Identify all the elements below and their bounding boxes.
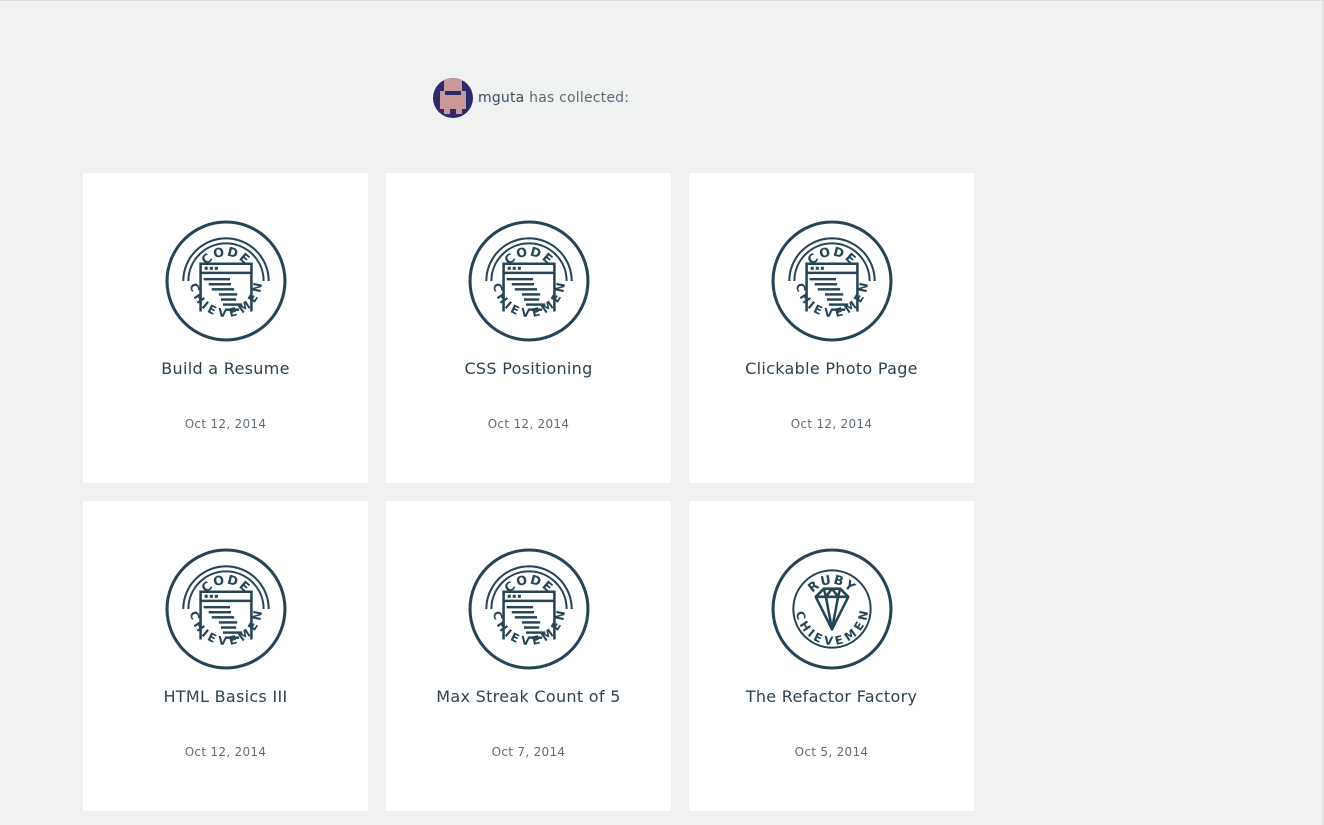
code-achievement-badge-icon: CODE ACHIEVEMENT (468, 548, 590, 670)
achievement-card[interactable]: RUBY ACHIEVEMENT The Refactor Factory Oc… (689, 501, 974, 811)
achievement-card[interactable]: CODE ACHIEVEMENT Max Streak Count of 5 (386, 501, 671, 811)
achievement-title[interactable]: Max Streak Count of 5 (386, 687, 671, 706)
achievement-title[interactable]: HTML Basics III (83, 687, 368, 706)
achievement-card[interactable]: CODE ACHIEVEMENT CSS Positioning Oct (386, 173, 671, 483)
collector-text: mguta has collected: (478, 90, 629, 106)
achievement-date: Oct 12, 2014 (184, 417, 267, 431)
achievement-date: Oct 12, 2014 (790, 417, 873, 431)
badge-bottom-text: ACHIEVEMENT (771, 220, 870, 320)
achievement-date: Oct 12, 2014 (184, 745, 267, 759)
collector-suffix: has collected: (524, 90, 630, 106)
code-achievement-badge-icon: CODE ACHIEVEMENT (165, 548, 287, 670)
achievement-title[interactable]: CSS Positioning (386, 359, 671, 378)
code-achievement-badge-icon: CODE ACHIEVEMENT (468, 220, 590, 342)
svg-text:ACHIEVEMENT: ACHIEVEMENT (165, 548, 265, 648)
username-link[interactable]: mguta (478, 90, 524, 106)
achievement-date: Oct 5, 2014 (794, 745, 869, 759)
svg-text:ACHIEVEMENT: ACHIEVEMENT (771, 220, 871, 320)
ruby-achievement-badge-icon: RUBY ACHIEVEMENT (771, 548, 893, 670)
achievement-title[interactable]: Clickable Photo Page (689, 359, 974, 378)
svg-text:ACHIEVEMENT: ACHIEVEMENT (468, 220, 568, 320)
badge-bottom-text: ACHIEVEMENT (165, 548, 264, 648)
avatar[interactable] (433, 78, 473, 118)
ruby-gem-icon (814, 587, 850, 631)
code-achievement-badge-icon: CODE ACHIEVEMENT (165, 220, 287, 342)
code-achievement-badge-icon: CODE ACHIEVEMENT (771, 220, 893, 342)
svg-text:ACHIEVEMENT: ACHIEVEMENT (165, 220, 265, 320)
badge-bottom-text: ACHIEVEMENT (468, 220, 567, 320)
badge-bottom-text: ACHIEVEMENT (468, 548, 567, 648)
achievement-card[interactable]: CODE ACHIEVEMENT HTML Basics III Oct (83, 501, 368, 811)
achievement-title[interactable]: The Refactor Factory (689, 687, 974, 706)
svg-text:ACHIEVEMENT: ACHIEVEMENT (468, 548, 568, 648)
achievement-date: Oct 7, 2014 (491, 745, 566, 759)
achievement-card[interactable]: CODE ACHIEVEMENT Clickable Photo Page (689, 173, 974, 483)
achievement-title[interactable]: Build a Resume (83, 359, 368, 378)
achievement-card[interactable]: CODE ACHIEVEMENT Build a Resume Oct 1 (83, 173, 368, 483)
achievement-date: Oct 12, 2014 (487, 417, 570, 431)
badge-bottom-text: ACHIEVEMENT (165, 220, 264, 320)
collector-header: mguta has collected: (433, 78, 629, 118)
